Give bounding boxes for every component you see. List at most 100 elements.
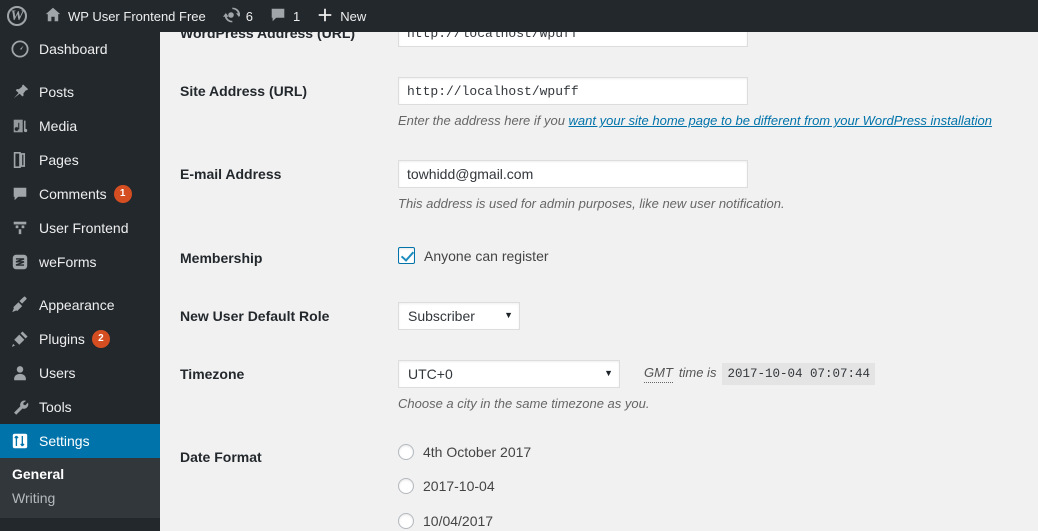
- gmt-time-value: 2017-10-04 07:07:44: [722, 362, 875, 386]
- pages-icon: [10, 150, 30, 170]
- sidebar-item-label: Appearance: [39, 297, 115, 313]
- settings-table: WordPress Address (URL) Site Address (UR…: [160, 32, 1038, 531]
- date-format-radio[interactable]: [398, 444, 414, 461]
- comments-menu[interactable]: 1: [261, 0, 308, 32]
- sidebar-item-posts[interactable]: Posts: [0, 75, 160, 109]
- timezone-select[interactable]: UTC+0 ▼: [398, 359, 620, 388]
- paintbrush-icon: [10, 295, 30, 315]
- row-membership: Membership Anyone can register: [160, 229, 1038, 287]
- general-settings-form: WordPress Address (URL) Site Address (UR…: [160, 32, 1038, 531]
- user-icon: [10, 363, 30, 383]
- date-format-label: Date Format: [180, 449, 262, 466]
- content-area: WordPress Address (URL) Site Address (UR…: [160, 32, 1038, 531]
- site-name-menu[interactable]: WP User Frontend Free: [36, 0, 214, 32]
- date-format-option: 4th October 2017: [398, 443, 1028, 461]
- sidebar-item-label: Settings: [39, 433, 90, 449]
- timezone-label: Timezone: [180, 365, 245, 382]
- anyone-can-register-checkbox[interactable]: [398, 247, 415, 265]
- row-timezone: Timezone UTC+0 ▼ GMT time is 2017-10-04 …: [160, 345, 1038, 428]
- date-format-option-label[interactable]: 2017-10-04: [423, 477, 495, 495]
- sidebar-item-pages[interactable]: Pages: [0, 143, 160, 177]
- sidebar-item-user-frontend[interactable]: User Frontend: [0, 211, 160, 245]
- admin-sidebar-menu: Dashboard Posts Media Pages Comments 1 U…: [0, 32, 168, 531]
- site-address-description: Enter the address here if you want your …: [398, 112, 1028, 130]
- date-format-option: 10/04/2017: [398, 512, 1028, 530]
- date-format-radio[interactable]: [398, 512, 414, 529]
- new-content-menu[interactable]: New: [308, 0, 374, 32]
- pin-icon: [10, 82, 30, 102]
- row-email-address: E-mail Address This address is used for …: [160, 145, 1038, 228]
- row-wordpress-address: WordPress Address (URL): [160, 32, 1038, 62]
- chevron-down-icon: ▼: [504, 309, 513, 320]
- user-frontend-icon: [10, 218, 30, 238]
- default-role-select[interactable]: Subscriber ▼: [398, 301, 520, 330]
- plugins-badge: 2: [91, 330, 110, 348]
- plug-icon: [10, 329, 30, 349]
- email-address-description: This address is used for admin purposes,…: [398, 196, 785, 212]
- membership-label: Membership: [180, 249, 263, 266]
- settings-submenu: General Writing: [0, 458, 160, 518]
- home-icon: [44, 6, 62, 27]
- updates-count: 6: [245, 8, 253, 24]
- sidebar-item-label: Users: [39, 365, 76, 381]
- wordpress-logo-menu[interactable]: W: [0, 0, 36, 32]
- submenu-item-label: Writing: [12, 490, 56, 506]
- date-format-radio[interactable]: [398, 478, 414, 495]
- email-address-input[interactable]: [398, 160, 748, 189]
- gmt-time-text: time is: [678, 365, 717, 381]
- dashboard-icon: [10, 39, 30, 59]
- sidebar-item-media[interactable]: Media: [0, 109, 160, 143]
- row-date-format: Date Format 4th October 2017 2017-10-04: [160, 428, 1038, 531]
- updates-icon: [222, 6, 240, 27]
- email-address-label: E-mail Address: [180, 166, 282, 183]
- menu-separator: [0, 279, 160, 288]
- site-address-description-link[interactable]: want your site home page to be different…: [569, 113, 992, 128]
- sidebar-item-weforms[interactable]: weForms: [0, 245, 160, 279]
- sidebar-item-label: weForms: [39, 254, 97, 270]
- date-format-option-label[interactable]: 10/04/2017: [423, 512, 493, 530]
- gmt-time-note: GMT time is 2017-10-04 07:07:44: [644, 362, 875, 386]
- updates-menu[interactable]: 6: [214, 0, 261, 32]
- sidebar-item-tools[interactable]: Tools: [0, 390, 160, 424]
- sidebar-item-comments[interactable]: Comments 1: [0, 177, 160, 211]
- sidebar-item-dashboard[interactable]: Dashboard: [0, 32, 160, 66]
- default-role-label: New User Default Role: [180, 307, 330, 324]
- sidebar-item-label: Posts: [39, 84, 75, 100]
- anyone-can-register-label[interactable]: Anyone can register: [424, 247, 549, 265]
- wordpress-address-input[interactable]: [398, 32, 748, 47]
- plus-icon: [316, 6, 334, 27]
- sidebar-item-settings[interactable]: Settings: [0, 424, 168, 458]
- membership-checkbox-row: Anyone can register: [398, 244, 1028, 265]
- new-label: New: [340, 8, 367, 24]
- sidebar-item-plugins[interactable]: Plugins 2: [0, 322, 160, 356]
- sidebar-item-label: Dashboard: [39, 41, 108, 57]
- comment-bubble-icon: [269, 6, 287, 27]
- current-menu-arrow: [160, 433, 168, 449]
- sidebar-item-label: Comments: [39, 186, 107, 202]
- gmt-abbreviation: GMT: [644, 365, 673, 383]
- wordpress-address-label: WordPress Address (URL): [180, 32, 356, 41]
- wordpress-logo-icon: W: [7, 6, 27, 26]
- menu-separator: [0, 66, 160, 75]
- timezone-value: UTC+0: [408, 365, 453, 382]
- chevron-down-icon: ▼: [604, 368, 613, 379]
- site-address-label: Site Address (URL): [180, 83, 308, 100]
- sidebar-item-label: Media: [39, 118, 78, 134]
- sidebar-item-appearance[interactable]: Appearance: [0, 288, 160, 322]
- comment-bubble-icon: [10, 184, 30, 204]
- site-name-label: WP User Frontend Free: [68, 8, 206, 24]
- sidebar-item-label: Plugins: [39, 331, 85, 347]
- admin-bar: W WP User Frontend Free 6 1 New: [0, 0, 1038, 32]
- sidebar-item-users[interactable]: Users: [0, 356, 160, 390]
- media-icon: [10, 116, 30, 136]
- site-address-input[interactable]: [398, 77, 748, 106]
- date-format-option-label[interactable]: 4th October 2017: [423, 443, 531, 461]
- site-address-description-prefix: Enter the address here if you: [398, 113, 569, 129]
- wrench-icon: [10, 397, 30, 417]
- timezone-row: UTC+0 ▼ GMT time is 2017-10-04 07:07:44: [398, 359, 1028, 388]
- submenu-item-writing[interactable]: Writing: [0, 486, 160, 510]
- comments-count: 1: [293, 8, 301, 24]
- sidebar-item-label: User Frontend: [39, 220, 129, 236]
- sidebar-item-label: Tools: [39, 399, 72, 415]
- submenu-item-general[interactable]: General: [0, 462, 160, 486]
